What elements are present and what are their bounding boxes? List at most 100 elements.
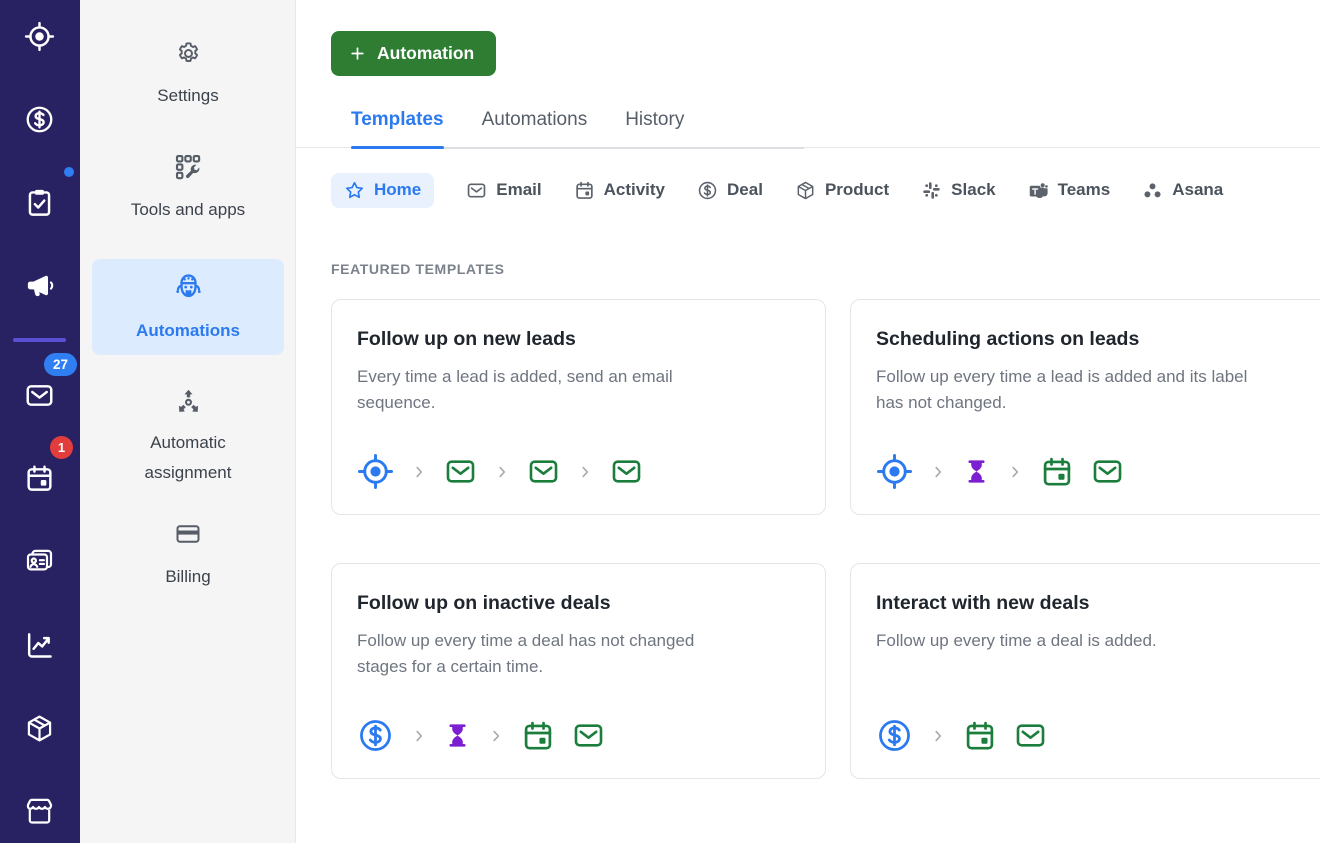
filter-chip-label: Deal <box>727 180 763 199</box>
filter-chip-activity[interactable]: Activity <box>574 180 665 201</box>
wait-hourglass-icon <box>444 722 471 749</box>
schedule-activity-icon <box>963 719 997 753</box>
template-card-title: Follow up on inactive deals <box>357 592 611 614</box>
calendar-icon <box>24 463 55 494</box>
add-automation-button[interactable]: Automation <box>331 31 497 76</box>
package-box-icon <box>795 180 816 201</box>
template-cards-grid: Follow up on new leads Every time a lead … <box>331 299 1320 779</box>
chevron-right-icon <box>494 464 510 480</box>
sidebar-item-label: Tools and apps <box>130 200 246 219</box>
template-card[interactable]: Follow up on new leads Every time a lead … <box>331 299 826 515</box>
calendar-icon <box>574 180 595 201</box>
filter-chip-slack[interactable]: Slack <box>921 180 996 201</box>
sidebar-item-label: Billing <box>165 567 211 586</box>
rail-item-insights[interactable] <box>16 622 62 668</box>
chevron-right-icon <box>411 464 427 480</box>
tab-templates[interactable]: Templates <box>351 109 444 149</box>
sidebar-item-automatic-assignment[interactable]: Automatic assignment <box>80 386 296 488</box>
mail-count-badge: 27 <box>44 353 77 376</box>
filter-chip-label: Product <box>824 180 890 199</box>
rail-item-activities[interactable]: 1 <box>16 436 73 501</box>
sidebar-item-label: Automatic assignment <box>144 433 232 482</box>
send-email-icon <box>1014 719 1047 752</box>
asana-icon <box>1142 180 1163 201</box>
filter-chip-label: Email <box>496 180 542 199</box>
filter-chips-row: Home Email Activity Deal Product Slack Teams As… <box>331 172 1320 208</box>
filter-chip-email[interactable]: Email <box>466 180 542 201</box>
filter-chip-teams[interactable]: Teams <box>1028 180 1110 201</box>
send-email-icon <box>444 455 477 488</box>
schedule-activity-icon <box>521 719 555 753</box>
robot-icon <box>171 268 206 303</box>
template-card-description: Every time a lead is added, send an emai… <box>357 367 673 412</box>
chevron-right-icon <box>930 464 946 480</box>
primary-nav-rail: 27 1 <box>0 0 80 843</box>
tools-apps-icon <box>173 152 203 182</box>
line-chart-icon <box>24 630 55 661</box>
add-automation-label: Automation <box>377 43 475 63</box>
send-email-icon <box>527 455 560 488</box>
package-box-icon <box>24 713 55 744</box>
main-content: Automation Templates Automations History H… <box>296 0 1320 843</box>
rail-item-contacts[interactable] <box>16 538 62 584</box>
deal-trigger-icon <box>357 717 394 754</box>
tabs-bar: Templates Automations History <box>296 109 1320 149</box>
template-card-title: Scheduling actions on leads <box>876 328 1140 350</box>
credit-card-icon <box>174 520 202 548</box>
send-email-icon <box>610 455 643 488</box>
chevron-right-icon <box>930 728 946 744</box>
rail-item-deals[interactable] <box>16 96 62 142</box>
chevron-right-icon <box>1007 464 1023 480</box>
filter-chip-home[interactable]: Home <box>331 172 435 208</box>
rail-item-campaigns[interactable] <box>16 262 62 308</box>
schedule-activity-icon <box>1040 455 1074 489</box>
sidebar-item-label: Settings <box>157 86 219 105</box>
currency-dollar-icon <box>24 104 55 135</box>
template-card[interactable]: Interact with new deals Follow up every t… <box>850 563 1320 779</box>
filter-chip-label: Activity <box>603 180 666 199</box>
crosshair-target-icon <box>24 21 55 52</box>
template-card-description: Follow up every time a lead is added and… <box>876 367 1248 412</box>
filter-chip-label: Slack <box>951 180 996 199</box>
template-card[interactable]: Follow up on inactive deals Follow up eve… <box>331 563 826 779</box>
lead-trigger-icon <box>357 453 394 490</box>
rail-item-mail[interactable]: 27 <box>16 353 77 418</box>
lead-trigger-icon <box>876 453 913 490</box>
deal-trigger-icon <box>876 717 913 754</box>
rail-item-marketplace[interactable] <box>16 788 62 834</box>
distribute-arrows-icon <box>173 386 204 417</box>
sidebar-item-tools-and-apps[interactable]: Tools and apps <box>80 152 296 225</box>
filter-chip-deal[interactable]: Deal <box>697 180 763 201</box>
filter-chip-label: Home <box>374 180 422 199</box>
slack-icon <box>921 180 942 201</box>
filter-chip-asana[interactable]: Asana <box>1142 180 1223 201</box>
template-card[interactable]: Scheduling actions on leads Follow up eve… <box>850 299 1320 515</box>
template-card-description: Follow up every time a deal has not chan… <box>357 631 695 676</box>
envelope-icon <box>466 180 487 201</box>
tasks-notification-dot <box>64 167 74 177</box>
sidebar-item-automations[interactable]: Automations <box>92 259 284 355</box>
star-icon <box>344 180 365 201</box>
sidebar-item-settings[interactable]: Settings <box>80 40 296 111</box>
contact-card-icon <box>24 546 55 577</box>
filter-chip-product[interactable]: Product <box>795 180 889 201</box>
envelope-icon <box>24 380 55 411</box>
rail-divider <box>13 338 66 342</box>
tab-history[interactable]: History <box>625 109 684 147</box>
settings-sidebar: Settings Tools and apps Automations Automat… <box>80 0 296 843</box>
template-flow <box>876 717 1319 754</box>
send-email-icon <box>572 719 605 752</box>
rail-item-products[interactable] <box>16 705 62 751</box>
currency-dollar-icon <box>697 180 718 201</box>
rail-item-tasks[interactable] <box>16 167 74 225</box>
activities-count-badge: 1 <box>50 436 73 459</box>
clipboard-check-icon <box>24 187 55 218</box>
template-card-title: Follow up on new leads <box>357 328 576 350</box>
gear-icon <box>175 40 202 67</box>
sidebar-item-billing[interactable]: Billing <box>80 520 296 592</box>
section-title: FEATURED TEMPLATES <box>331 261 505 277</box>
rail-item-leads[interactable] <box>16 13 62 59</box>
template-card-title: Interact with new deals <box>876 592 1090 614</box>
tab-automations[interactable]: Automations <box>482 109 588 147</box>
template-card-description: Follow up every time a deal is added. <box>876 631 1157 650</box>
